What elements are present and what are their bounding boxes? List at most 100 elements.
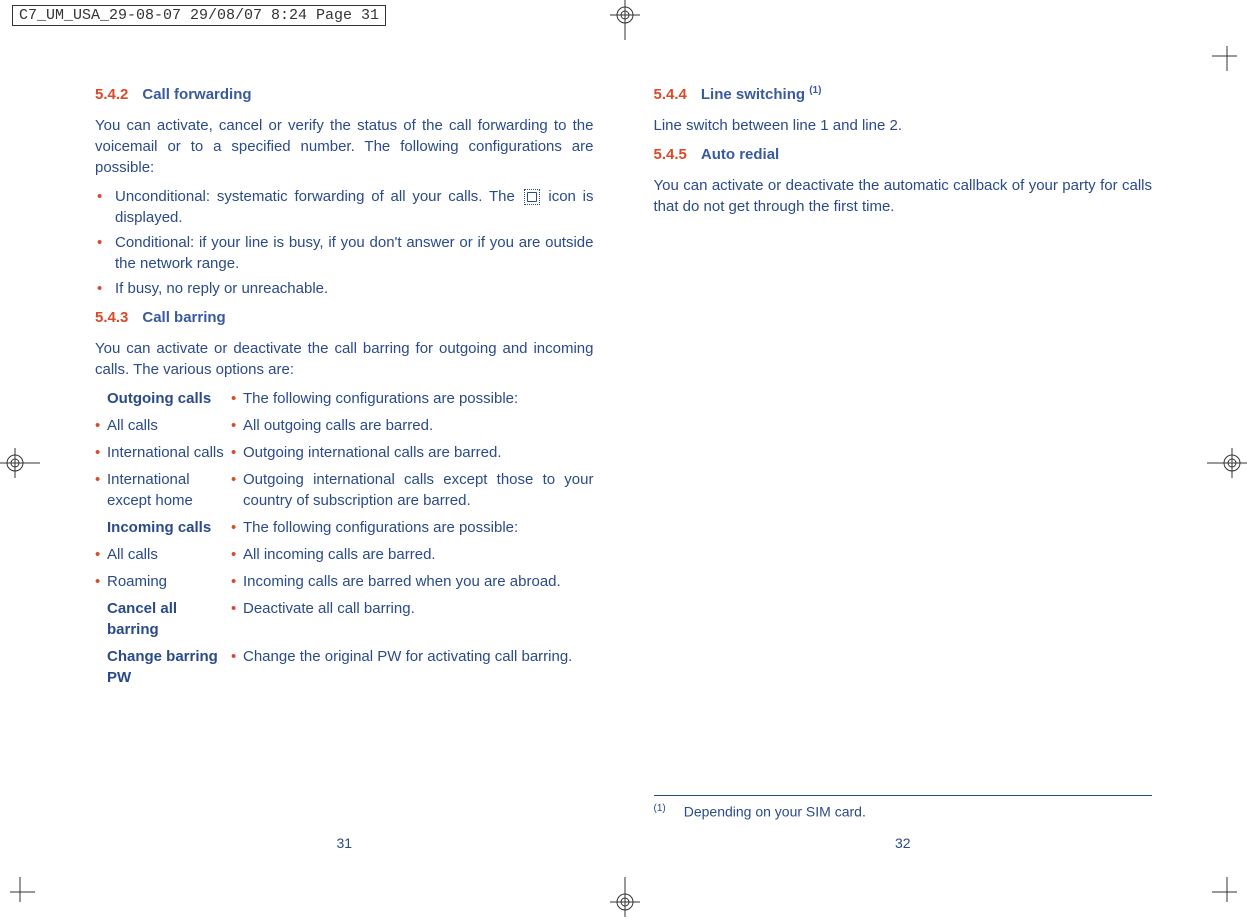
footnote-marker: (1) [654, 803, 666, 814]
option-row: •International calls•Outgoing internatio… [95, 442, 594, 463]
bullet-dot-icon: • [231, 415, 243, 436]
option-description: •The following configurations are possib… [231, 388, 594, 409]
option-description: •Outgoing international calls except tho… [231, 469, 594, 511]
bullet-item: • Conditional: if your line is busy, if … [95, 232, 594, 274]
bullet-dot-icon: • [231, 517, 243, 538]
option-label-text: International calls [107, 442, 231, 463]
option-description-text: Deactivate all call barring. [243, 598, 594, 640]
section-title: Call forwarding [142, 86, 251, 103]
option-row: •All calls•All incoming calls are barred… [95, 544, 594, 565]
option-description: •Outgoing international calls are barred… [231, 442, 594, 463]
bullet-dot-icon: • [231, 646, 243, 688]
bullet-dot-icon [95, 598, 107, 640]
registration-mark-left [0, 448, 40, 483]
option-label-text: Outgoing calls [107, 388, 231, 409]
option-label: Incoming calls [95, 517, 231, 538]
forward-icon [524, 189, 540, 205]
bullet-dot-icon: • [231, 544, 243, 565]
bullet-text: Conditional: if your line is busy, if yo… [115, 232, 594, 274]
section-title: Line switching [701, 86, 809, 103]
bullet-dot-icon: • [231, 442, 243, 463]
option-description-text: All outgoing calls are barred. [243, 415, 594, 436]
crop-mark-br [1187, 852, 1237, 902]
call-barring-options: Outgoing calls•The following configurati… [95, 388, 594, 688]
option-row: •All calls•All outgoing calls are barred… [95, 415, 594, 436]
bullet-dot-icon [95, 388, 107, 409]
section-title: Auto redial [701, 146, 779, 163]
option-label-text: Cancel all barring [107, 598, 231, 640]
bullet-dot-icon: • [231, 598, 243, 640]
section-number: 5.4.3 [95, 309, 128, 326]
print-header: C7_UM_USA_29-08-07 29/08/07 8:24 Page 31 [12, 5, 386, 26]
option-description-text: All incoming calls are barred. [243, 544, 594, 565]
option-label: •International except home [95, 469, 231, 511]
bullet-dot-icon: • [95, 544, 107, 565]
registration-mark-bottom [610, 877, 640, 922]
option-label-text: Roaming [107, 571, 231, 592]
crop-mark-bl [10, 852, 60, 902]
option-label-text: Incoming calls [107, 517, 231, 538]
option-label-text: All calls [107, 544, 231, 565]
option-description: •The following configurations are possib… [231, 517, 594, 538]
section-5-4-4-body: Line switch between line 1 and line 2. [654, 115, 1153, 136]
bullet-text: Unconditional: systematic forwarding of … [115, 186, 594, 228]
section-number: 5.4.5 [654, 146, 687, 163]
section-5-4-3-heading: 5.4.3 Call barring [95, 307, 594, 328]
option-description-text: Incoming calls are barred when you are a… [243, 571, 594, 592]
bullet-dot-icon: • [95, 186, 115, 228]
option-label: •International calls [95, 442, 231, 463]
option-row: Incoming calls•The following configurati… [95, 517, 594, 538]
bullet-dot-icon: • [231, 469, 243, 511]
option-label-text: International except home [107, 469, 231, 511]
option-row: Outgoing calls•The following configurati… [95, 388, 594, 409]
crop-mark-tr [1187, 46, 1237, 96]
section-5-4-2-heading: 5.4.2Call forwarding [95, 84, 594, 105]
bullet-dot-icon: • [231, 388, 243, 409]
bullet-text-part: Unconditional: systematic forwarding of … [115, 188, 522, 205]
bullet-dot-icon: • [95, 442, 107, 463]
bullet-dot-icon: • [95, 232, 115, 274]
option-label: •Roaming [95, 571, 231, 592]
bullet-dot-icon [95, 646, 107, 688]
footnote-marker: (1) [809, 85, 821, 96]
option-row: Change barring PW•Change the original PW… [95, 646, 594, 688]
option-label-text: All calls [107, 415, 231, 436]
option-description: •Deactivate all call barring. [231, 598, 594, 640]
section-title: Call barring [142, 309, 225, 326]
option-description-text: Outgoing international calls except thos… [243, 469, 594, 511]
left-page: 5.4.2Call forwarding You can activate, c… [95, 80, 594, 842]
bullet-dot-icon: • [95, 278, 115, 299]
section-5-4-2-bullets: • Unconditional: systematic forwarding o… [95, 186, 594, 299]
section-5-4-2-intro: You can activate, cancel or verify the s… [95, 115, 594, 178]
page-number-left: 31 [336, 834, 352, 854]
bullet-text: If busy, no reply or unreachable. [115, 278, 594, 299]
bullet-dot-icon: • [231, 571, 243, 592]
section-5-4-3-intro: You can activate or deactivate the call … [95, 338, 594, 380]
option-row: Cancel all barring•Deactivate all call b… [95, 598, 594, 640]
registration-mark-top [610, 0, 640, 45]
option-description-text: Outgoing international calls are barred. [243, 442, 594, 463]
page-number-right: 32 [895, 834, 911, 854]
option-description-text: The following configurations are possibl… [243, 388, 594, 409]
section-5-4-5-heading: 5.4.5 Auto redial [654, 144, 1153, 165]
option-row: •International except home•Outgoing inte… [95, 469, 594, 511]
section-5-4-4-heading: 5.4.4 Line switching (1) [654, 84, 1153, 105]
option-description: •All incoming calls are barred. [231, 544, 594, 565]
option-label: •All calls [95, 544, 231, 565]
bullet-item: • If busy, no reply or unreachable. [95, 278, 594, 299]
section-number: 5.4.4 [654, 86, 687, 103]
bullet-dot-icon: • [95, 571, 107, 592]
page-spread: 5.4.2Call forwarding You can activate, c… [95, 80, 1152, 842]
option-description: •All outgoing calls are barred. [231, 415, 594, 436]
bullet-dot-icon: • [95, 415, 107, 436]
option-label-text: Change barring PW [107, 646, 231, 688]
bullet-dot-icon: • [95, 469, 107, 511]
bullet-dot-icon [95, 517, 107, 538]
footnote: (1)Depending on your SIM card. [654, 795, 1153, 822]
registration-mark-right [1207, 448, 1247, 483]
bullet-item: • Unconditional: systematic forwarding o… [95, 186, 594, 228]
option-description: •Change the original PW for activating c… [231, 646, 594, 688]
option-description-text: The following configurations are possibl… [243, 517, 594, 538]
right-page: 5.4.4 Line switching (1) Line switch betw… [654, 80, 1153, 842]
option-label: Outgoing calls [95, 388, 231, 409]
